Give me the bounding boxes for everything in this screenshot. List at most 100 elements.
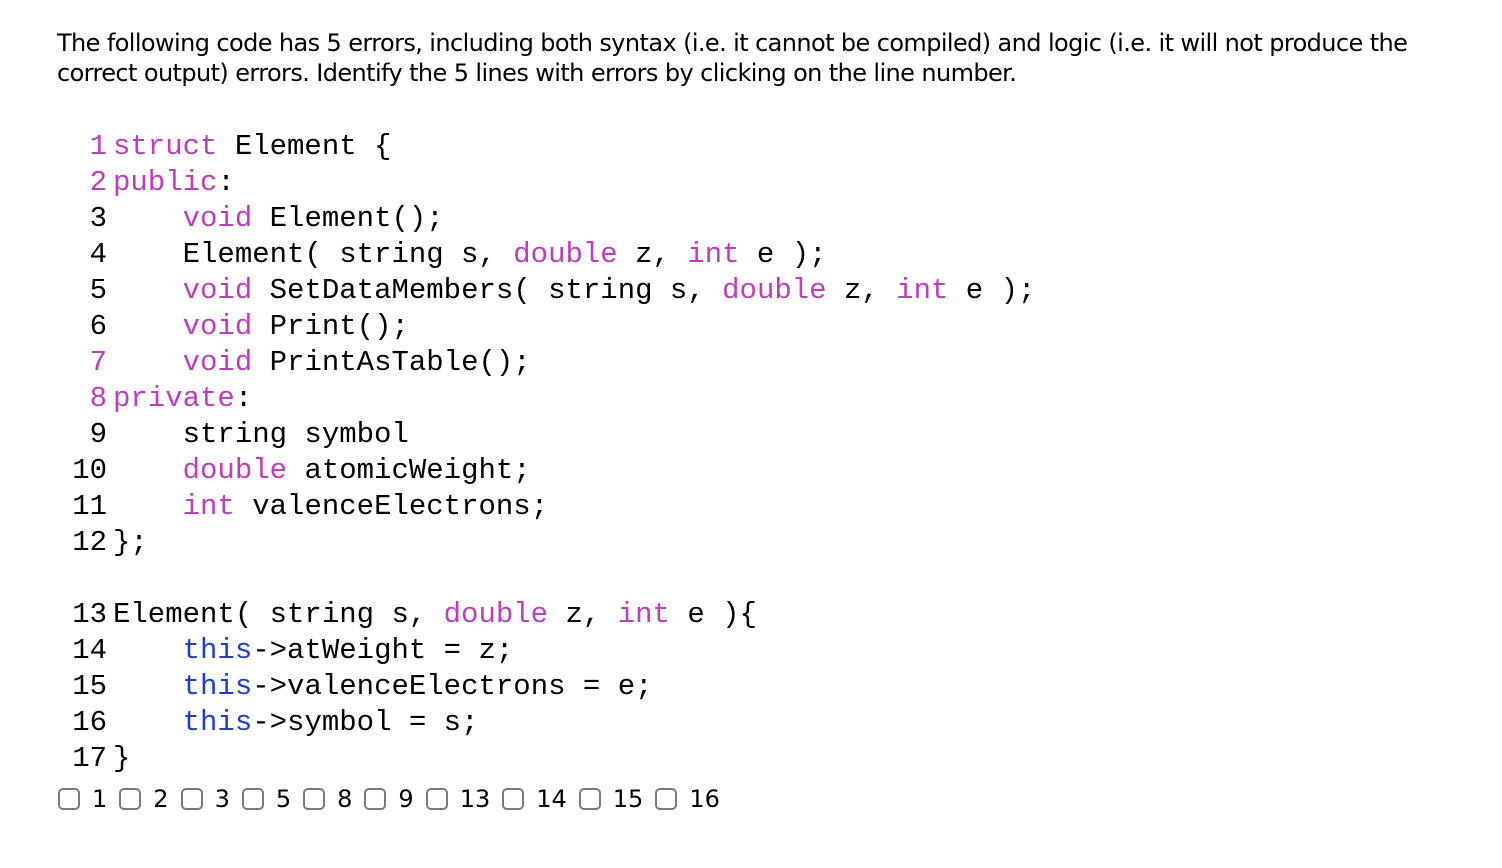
- line-number: 11: [72, 490, 107, 523]
- code-block-constructor: 13 Element( string s, double z, int e ){1…: [57, 597, 757, 777]
- answer-option-label: 3: [214, 785, 230, 813]
- code-keyword: private: [113, 382, 235, 415]
- code-text: e );: [739, 238, 827, 271]
- code-text: :: [234, 382, 253, 415]
- code-line: 10 double atomicWeight;: [57, 453, 1035, 489]
- line-number: 13: [72, 598, 107, 631]
- line-number: 17: [72, 742, 107, 775]
- code-text: };: [113, 526, 148, 559]
- code-line: 7 void PrintAsTable();: [57, 345, 1035, 381]
- line-number: 5: [89, 274, 107, 307]
- checkbox[interactable]: [119, 788, 142, 810]
- code-text: string symbol: [113, 418, 409, 451]
- code-text: ->atWeight = z;: [252, 634, 514, 667]
- code-keyword: this: [182, 670, 253, 703]
- answer-option-line-14[interactable]: 14: [502, 785, 567, 813]
- code-text: valenceElectrons;: [234, 490, 549, 523]
- line-number-answer-options: 1 2 3 5 8 9 13 14 15 16: [58, 785, 732, 813]
- code-text: e );: [948, 274, 1036, 307]
- line-number: 14: [72, 634, 107, 667]
- checkbox[interactable]: [180, 788, 203, 810]
- answer-option-line-15[interactable]: 15: [578, 785, 644, 813]
- checkbox[interactable]: [655, 788, 678, 810]
- code-keyword: void: [182, 310, 253, 343]
- question-prompt: The following code has 5 errors, includi…: [57, 29, 1408, 87]
- code-line: 17}: [57, 741, 757, 777]
- checkbox[interactable]: [364, 788, 387, 810]
- line-number: 12: [72, 526, 107, 559]
- code-keyword: double: [722, 274, 827, 307]
- code-text: PrintAsTable();: [252, 346, 531, 379]
- checkbox[interactable]: [58, 788, 80, 810]
- code-line: 16 this->symbol = s;: [57, 705, 757, 741]
- checkbox[interactable]: [502, 788, 525, 810]
- line-number: 1: [89, 130, 107, 163]
- code-text: z,: [826, 274, 897, 307]
- code-text: z,: [548, 598, 618, 631]
- code-keyword: public: [113, 166, 218, 199]
- code-line: 6 void Print();: [57, 309, 1035, 345]
- line-number: 16: [72, 706, 107, 739]
- line-number: 10: [72, 454, 107, 487]
- code-keyword: void: [182, 346, 253, 379]
- code-keyword: int: [617, 598, 670, 631]
- code-line: 4 Element( string s, double z, int e );: [57, 237, 1035, 273]
- answer-option-line-3[interactable]: 3: [180, 785, 230, 813]
- line-number: 8: [89, 382, 107, 415]
- checkbox[interactable]: [578, 788, 601, 810]
- checkbox[interactable]: [241, 788, 264, 810]
- code-text: e ){: [669, 598, 757, 631]
- line-number: 15: [72, 670, 107, 703]
- answer-option-line-9[interactable]: 9: [364, 785, 414, 813]
- code-line: 5 void SetDataMembers( string s, double …: [57, 273, 1036, 309]
- code-keyword: this: [182, 706, 253, 739]
- code-text: Element( string s,: [113, 598, 444, 631]
- line-number: 7: [89, 346, 107, 379]
- code-keyword: double: [182, 454, 288, 487]
- code-text: :: [217, 166, 235, 199]
- code-text: Element {: [217, 130, 392, 163]
- code-line: 15 this->valenceElectrons = e;: [57, 669, 757, 705]
- answer-option-label: 8: [337, 785, 353, 813]
- code-keyword: struct: [113, 130, 218, 163]
- line-number: 9: [89, 418, 107, 451]
- code-text: Element();: [252, 202, 444, 235]
- code-text: ->valenceElectrons = e;: [252, 670, 653, 703]
- code-text: ->symbol = s;: [252, 706, 479, 739]
- code-keyword: int: [182, 490, 235, 523]
- answer-option-label: 9: [398, 785, 414, 813]
- answer-option-label: 5: [275, 785, 292, 813]
- checkbox[interactable]: [425, 788, 448, 810]
- answer-option-label: 15: [612, 785, 644, 813]
- answer-option-line-5[interactable]: 5: [241, 785, 292, 813]
- code-text: z,: [617, 238, 688, 271]
- code-keyword: void: [182, 202, 253, 235]
- line-number: 2: [89, 166, 107, 199]
- code-text: SetDataMembers( string s,: [252, 274, 723, 307]
- code-line: 3 void Element();: [57, 201, 1035, 237]
- answer-option-label: 13: [459, 785, 491, 813]
- code-line: 14 this->atWeight = z;: [57, 633, 757, 669]
- answer-option-line-16[interactable]: 16: [655, 785, 720, 813]
- code-text: }: [113, 742, 131, 775]
- code-keyword: this: [182, 634, 253, 667]
- answer-option-line-13[interactable]: 13: [425, 785, 491, 813]
- code-block-class-definition: 1 struct Element {2 public: 3 void Element(…: [57, 129, 1035, 561]
- checkbox[interactable]: [303, 788, 326, 810]
- code-text: atomicWeight;: [287, 454, 531, 487]
- code-keyword: double: [443, 598, 549, 631]
- answer-option-line-1[interactable]: 1: [58, 785, 107, 813]
- line-number: 4: [89, 238, 107, 271]
- answer-option-line-8[interactable]: 8: [303, 785, 352, 813]
- code-line: 9 string symbol: [57, 417, 1035, 453]
- answer-option-line-2[interactable]: 2: [119, 785, 169, 813]
